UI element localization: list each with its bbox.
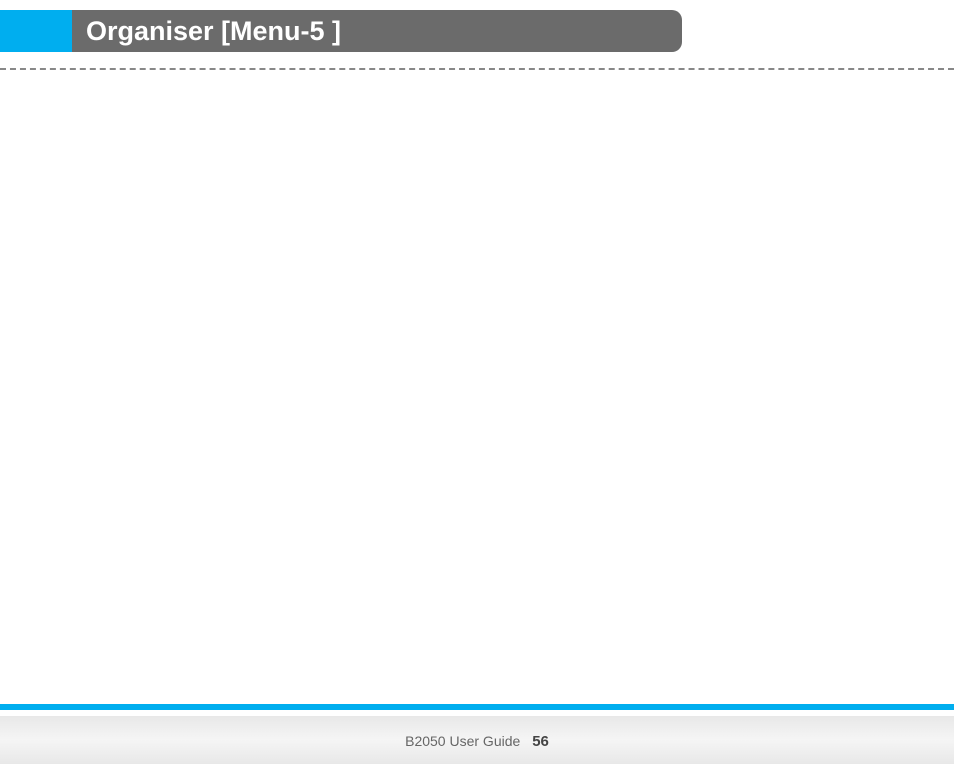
page-footer: B2050 User Guide 56: [0, 733, 954, 750]
section-title: Organiser [Menu-5 ]: [86, 16, 341, 47]
header-accent-block: [0, 10, 72, 52]
section-title-bar: Organiser [Menu-5 ]: [72, 10, 682, 52]
page-number: 56: [532, 733, 549, 750]
header-divider: [0, 68, 954, 70]
page-header: Organiser [Menu-5 ]: [0, 10, 954, 52]
guide-label: B2050 User Guide: [405, 733, 520, 749]
